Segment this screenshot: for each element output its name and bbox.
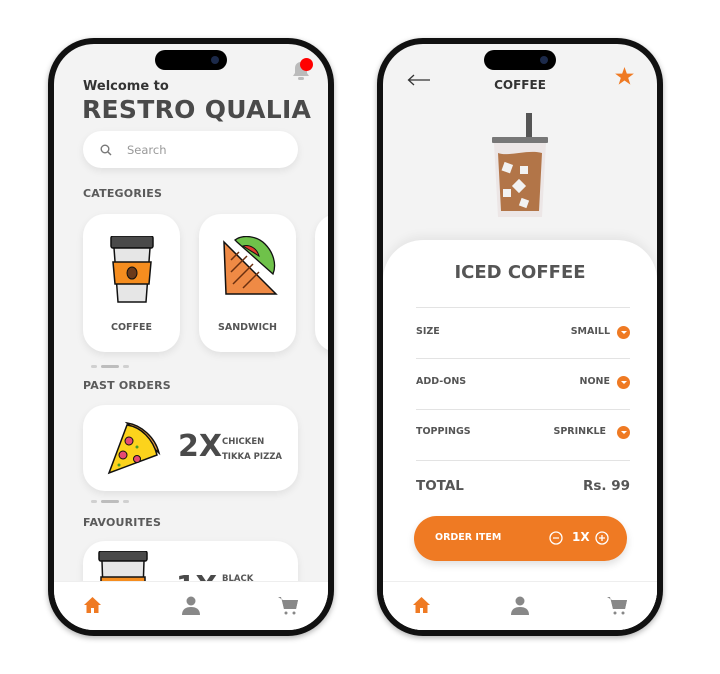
- favourites-heading: FAVOURITES: [83, 516, 162, 529]
- dynamic-island: [484, 50, 556, 70]
- cart-icon[interactable]: [607, 596, 627, 615]
- past-order-name: CHICKEN TIKKA PIZZA: [222, 435, 282, 465]
- home-icon[interactable]: [412, 596, 431, 614]
- carousel-dots: [91, 365, 129, 368]
- past-orders-heading: PAST ORDERS: [83, 379, 171, 392]
- app-title: RESTRO QUALIA: [82, 95, 312, 124]
- chevron-down-icon[interactable]: [617, 326, 630, 339]
- search-icon: [100, 144, 112, 155]
- total-value: Rs. 99: [582, 478, 630, 494]
- minus-circle-icon[interactable]: [549, 531, 563, 545]
- divider: [416, 358, 630, 359]
- notification-dot: [300, 58, 313, 71]
- divider: [416, 409, 630, 410]
- user-icon[interactable]: [511, 596, 529, 615]
- category-card-partial[interactable]: [315, 214, 328, 352]
- sandwich-icon: [223, 236, 278, 295]
- search-placeholder: Search: [127, 142, 167, 157]
- category-card-coffee[interactable]: COFFEE: [83, 214, 180, 352]
- detail-screen: COFFEE ICED COFFEE SIZE SMAILL ADD-ONS N…: [383, 44, 657, 630]
- coffee-cup-icon: [110, 236, 154, 303]
- option-value: NONE: [579, 376, 610, 387]
- pizza-icon: [107, 421, 161, 475]
- search-input[interactable]: Search: [83, 131, 298, 168]
- quantity-value: 1X: [572, 530, 590, 544]
- category-card-sandwich[interactable]: SANDWICH: [199, 214, 296, 352]
- option-label: ADD-ONS: [416, 376, 467, 387]
- divider: [416, 307, 630, 308]
- chevron-down-icon[interactable]: [617, 376, 630, 389]
- category-label: SANDWICH: [218, 322, 277, 333]
- categories-heading: CATEGORIES: [83, 187, 163, 200]
- bell-icon[interactable]: [291, 58, 313, 86]
- product-name: ICED COFFEE: [454, 262, 586, 283]
- past-order-name-line1: CHICKEN: [222, 437, 265, 447]
- option-value: SMAILL: [570, 326, 610, 337]
- past-order-qty: 2X: [178, 429, 223, 464]
- option-label: SIZE: [416, 326, 440, 337]
- past-order-card[interactable]: 2X CHICKEN TIKKA PIZZA: [83, 405, 298, 491]
- order-item-button[interactable]: ORDER ITEM 1X: [414, 516, 627, 561]
- order-item-label: ORDER ITEM: [435, 532, 502, 543]
- plus-circle-icon[interactable]: [595, 531, 609, 545]
- cart-icon[interactable]: [278, 596, 298, 615]
- bottom-nav: [383, 581, 657, 630]
- phone-detail: COFFEE ICED COFFEE SIZE SMAILL ADD-ONS N…: [377, 38, 663, 636]
- bottom-nav: [54, 581, 328, 630]
- divider: [416, 460, 630, 461]
- phone-home: Welcome to RESTRO QUALIA Search CATEGORI…: [48, 38, 334, 636]
- iced-coffee-image: [492, 113, 548, 217]
- dynamic-island: [155, 50, 227, 70]
- user-icon[interactable]: [182, 596, 200, 615]
- total-label: TOTAL: [416, 478, 464, 494]
- star-icon[interactable]: [615, 67, 634, 85]
- option-value: SPRINKLE: [553, 426, 606, 437]
- carousel-dots: [91, 500, 129, 503]
- chevron-down-icon[interactable]: [617, 426, 630, 439]
- welcome-text: Welcome to: [83, 79, 169, 94]
- category-label: COFFEE: [110, 322, 152, 333]
- home-icon[interactable]: [83, 596, 102, 614]
- option-label: TOPPINGS: [416, 426, 471, 437]
- past-order-name-line2: TIKKA PIZZA: [222, 452, 282, 462]
- home-screen: Welcome to RESTRO QUALIA Search CATEGORI…: [54, 44, 328, 630]
